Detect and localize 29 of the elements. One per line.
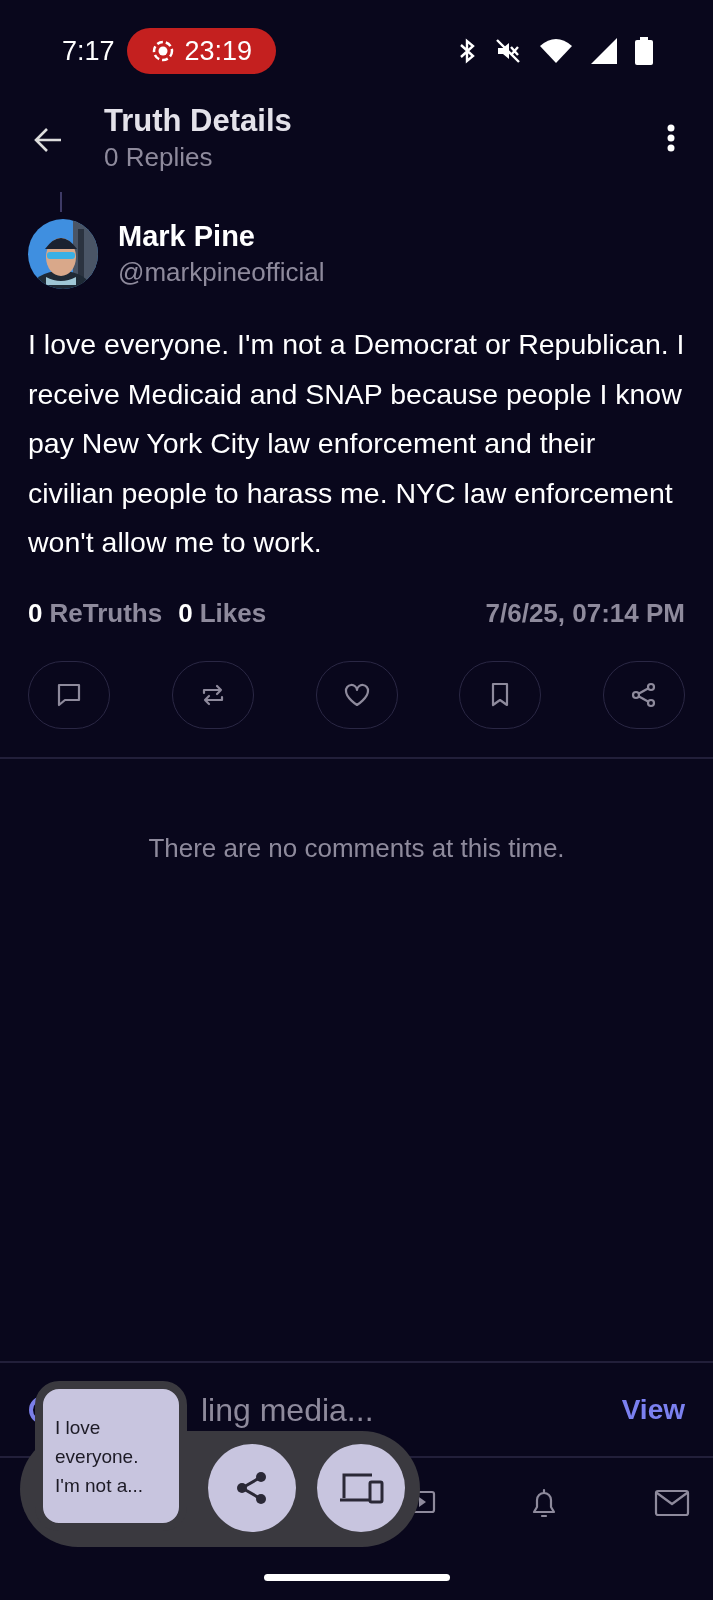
recording-timer: 23:19 — [184, 34, 253, 68]
likes-label[interactable]: Likes — [199, 593, 267, 633]
retruths-count: 0 — [28, 596, 43, 630]
post-timestamp: 7/6/25, 07:14 PM — [485, 596, 685, 630]
page-title: Truth Details — [104, 102, 292, 140]
preview-text: I love everyone. I'm not a... — [55, 1415, 145, 1498]
author-name[interactable]: Mark Pine — [118, 218, 325, 254]
mute-icon — [495, 38, 521, 64]
likes-count: 0 — [178, 596, 193, 630]
more-options-icon — [667, 124, 675, 152]
loading-media-status: ling media... — [201, 1390, 374, 1430]
empty-comments-message: There are no comments at this time. — [148, 831, 565, 865]
share-icon — [630, 680, 658, 709]
notifications-bell-icon[interactable] — [530, 1486, 558, 1520]
back-arrow-icon — [33, 127, 63, 153]
messages-mail-icon[interactable] — [654, 1488, 690, 1518]
post-text: I love everyone. I'm not a Democrat or Republican. I receive Medicaid and SNAP because people I know pay New York City law enforcement and their civilian people to harass me. NYC law enforcement won't allow me to work. — [27, 327, 686, 560]
clock-time: 7:17 — [62, 34, 115, 68]
view-button[interactable]: View — [621, 1388, 685, 1431]
signal-icon — [591, 38, 617, 64]
replies-count: 0 Replies — [104, 141, 214, 174]
record-icon — [150, 39, 175, 63]
retruths-label[interactable]: ReTruths — [49, 593, 163, 633]
recording-chip[interactable]: 23:19 — [126, 28, 277, 74]
wifi-icon — [539, 38, 573, 64]
author-handle[interactable]: @markpineofficial — [118, 254, 325, 290]
more-options-button[interactable] — [665, 122, 677, 154]
devices-icon — [338, 1472, 384, 1504]
battery-icon — [635, 37, 653, 65]
